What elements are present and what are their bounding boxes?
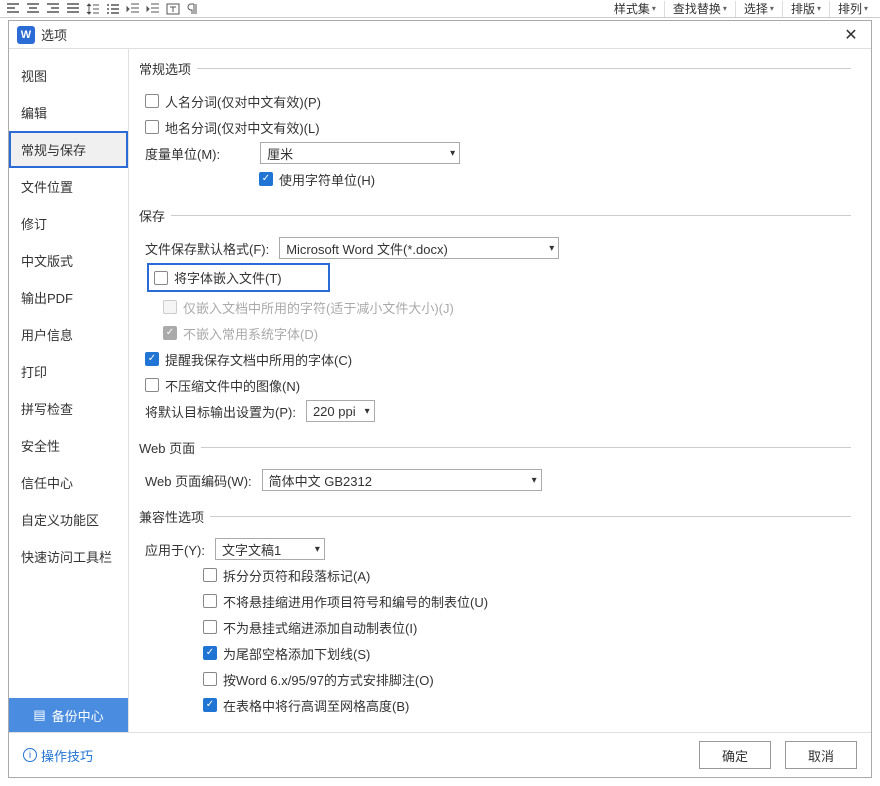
lbl-no-compress: 不压缩文件中的图像(N) [165, 376, 300, 395]
chk-no-compress[interactable] [145, 378, 159, 392]
section-compat: 兼容性选项 应用于(Y): 文字文稿1 拆分分页符和段落标记(A) 不将悬挂缩进… [139, 507, 851, 724]
dialog-footer: i 操作技巧 确定 取消 [9, 732, 871, 777]
chk-table-grid[interactable] [203, 698, 217, 712]
lbl-trail-ul: 为尾部空格添加下划线(S) [223, 644, 370, 663]
select-default-fmt[interactable]: Microsoft Word 文件(*.docx) [279, 237, 559, 259]
side-general-save[interactable]: 常规与保存 [9, 131, 128, 168]
close-icon[interactable]: ✕ [839, 23, 863, 47]
chk-no-hang-tab[interactable] [203, 594, 217, 608]
chk-no-auto-tab[interactable] [203, 620, 217, 634]
backup-center-button[interactable]: ▤ 备份中心 [9, 698, 128, 732]
line-spacing-icon[interactable] [84, 1, 102, 17]
side-filelocation[interactable]: 文件位置 [9, 168, 128, 205]
embed-font-highlight: 将字体嵌入文件(T) [147, 263, 330, 292]
lbl-embed-font: 将字体嵌入文件(T) [174, 268, 282, 287]
select-encoding[interactable]: 简体中文 GB2312 [262, 469, 542, 491]
indent-inc-icon[interactable] [144, 1, 162, 17]
legend-compat: 兼容性选项 [139, 507, 210, 526]
lbl-char-unit: 使用字符单位(H) [279, 170, 375, 189]
lbl-place-seg: 地名分词(仅对中文有效)(L) [165, 118, 320, 137]
chk-word6[interactable] [203, 672, 217, 686]
lbl-name-seg: 人名分词(仅对中文有效)(P) [165, 92, 321, 111]
align-center-icon[interactable] [24, 1, 42, 17]
side-revision[interactable]: 修订 [9, 205, 128, 242]
backup-label: 备份中心 [52, 706, 104, 725]
ok-button[interactable]: 确定 [699, 741, 771, 769]
lbl-table-grid: 在表格中将行高调至网格高度(B) [223, 696, 409, 715]
select-default-res[interactable]: 220 ppi [306, 400, 375, 422]
align-justify-icon[interactable] [64, 1, 82, 17]
tb-typeset[interactable]: 排版▾ [782, 1, 829, 17]
legend-web: Web 页面 [139, 438, 201, 457]
paragraph-icon[interactable] [184, 1, 202, 17]
side-view[interactable]: 视图 [9, 57, 128, 94]
side-userinfo[interactable]: 用户信息 [9, 316, 128, 353]
toolbar-left [4, 1, 202, 17]
lbl-no-hang-tab: 不将悬挂缩进用作项目符号和编号的制表位(U) [223, 592, 488, 611]
options-sidebar: 视图 编辑 常规与保存 文件位置 修订 中文版式 输出PDF 用户信息 打印 拼… [9, 49, 129, 732]
legend-save: 保存 [139, 206, 171, 225]
section-save: 保存 文件保存默认格式(F): Microsoft Word 文件(*.docx… [139, 206, 851, 430]
list-icon[interactable] [104, 1, 122, 17]
lbl-unit: 度量单位(M): [145, 144, 220, 163]
chk-embed-font[interactable] [154, 271, 168, 285]
lbl-default-fmt: 文件保存默认格式(F): [145, 239, 269, 258]
tb-findreplace[interactable]: 查找替换▾ [664, 1, 735, 17]
chk-split-page[interactable] [203, 568, 217, 582]
tips-label: 操作技巧 [41, 746, 93, 765]
side-ribbon[interactable]: 自定义功能区 [9, 501, 128, 538]
lbl-encoding: Web 页面编码(W): [145, 471, 252, 490]
side-chinese[interactable]: 中文版式 [9, 242, 128, 279]
chk-no-sysfont [163, 326, 177, 340]
lbl-word6: 按Word 6.x/95/97的方式安排脚注(O) [223, 670, 434, 689]
select-unit[interactable]: 厘米 [260, 142, 460, 164]
chk-place-seg[interactable] [145, 120, 159, 134]
align-left-icon[interactable] [4, 1, 22, 17]
textbox-icon[interactable] [164, 1, 182, 17]
dialog-titlebar: W 选项 ✕ [9, 21, 871, 49]
chk-name-seg[interactable] [145, 94, 159, 108]
tb-styles[interactable]: 样式集▾ [606, 1, 664, 17]
select-apply[interactable]: 文字文稿1 [215, 538, 325, 560]
chk-char-unit[interactable] [259, 172, 273, 186]
indent-dec-icon[interactable] [124, 1, 142, 17]
lbl-split-page: 拆分分页符和段落标记(A) [223, 566, 370, 585]
side-pdf[interactable]: 输出PDF [9, 279, 128, 316]
backup-icon: ▤ [33, 707, 45, 723]
tb-select[interactable]: 选择▾ [735, 1, 782, 17]
section-web: Web 页面 Web 页面编码(W): 简体中文 GB2312 [139, 438, 851, 499]
lbl-remind-fonts: 提醒我保存文档中所用的字体(C) [165, 350, 352, 369]
chk-trail-ul[interactable] [203, 646, 217, 660]
options-content: 常规选项 人名分词(仅对中文有效)(P) 地名分词(仅对中文有效)(L) 度量单… [129, 49, 871, 732]
lbl-embed-used: 仅嵌入文档中所用的字符(适于减小文件大小)(J) [183, 298, 454, 317]
legend-general: 常规选项 [139, 59, 197, 78]
side-spell[interactable]: 拼写检查 [9, 390, 128, 427]
tips-link[interactable]: i 操作技巧 [23, 746, 93, 765]
chk-embed-used [163, 300, 177, 314]
lbl-apply: 应用于(Y): [145, 540, 205, 559]
chk-remind-fonts[interactable] [145, 352, 159, 366]
side-security[interactable]: 安全性 [9, 427, 128, 464]
side-print[interactable]: 打印 [9, 353, 128, 390]
lbl-default-res: 将默认目标输出设置为(P): [145, 402, 296, 421]
section-general: 常规选项 人名分词(仅对中文有效)(P) 地名分词(仅对中文有效)(L) 度量单… [139, 59, 851, 198]
side-trust[interactable]: 信任中心 [9, 464, 128, 501]
lbl-no-sysfont: 不嵌入常用系统字体(D) [183, 324, 318, 343]
tb-arrange[interactable]: 排列▾ [829, 1, 876, 17]
side-edit[interactable]: 编辑 [9, 94, 128, 131]
app-icon: W [17, 26, 35, 44]
lbl-no-auto-tab: 不为悬挂式缩进添加自动制表位(I) [223, 618, 417, 637]
align-right-icon[interactable] [44, 1, 62, 17]
toolbar-right: 样式集▾ 查找替换▾ 选择▾ 排版▾ 排列▾ [606, 1, 876, 17]
options-dialog: W 选项 ✕ 视图 编辑 常规与保存 文件位置 修订 中文版式 输出PDF 用户… [8, 20, 872, 778]
dialog-title: 选项 [41, 25, 67, 44]
app-toolbar: 样式集▾ 查找替换▾ 选择▾ 排版▾ 排列▾ [0, 0, 880, 18]
side-qat[interactable]: 快速访问工具栏 [9, 538, 128, 575]
cancel-button[interactable]: 取消 [785, 741, 857, 769]
info-icon: i [23, 748, 37, 762]
